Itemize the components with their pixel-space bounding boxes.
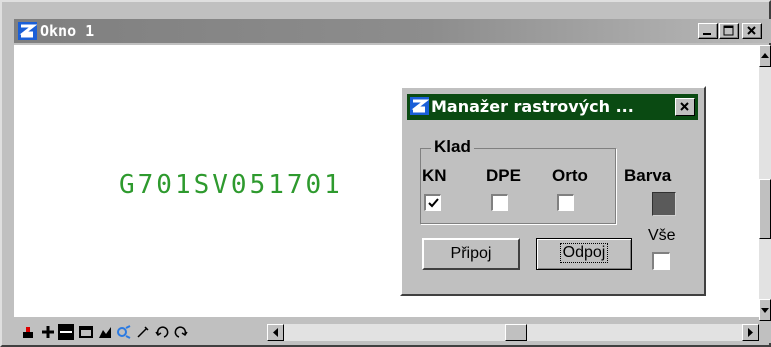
dpe-checkbox[interactable] (491, 194, 508, 211)
detach-button[interactable]: Odpoj (536, 238, 632, 270)
column-label-kn: KN (422, 166, 447, 185)
maximize-button[interactable] (719, 23, 739, 39)
column-label-orto: Orto (552, 166, 588, 185)
close-button[interactable] (742, 23, 762, 39)
rectangle-icon[interactable] (78, 324, 94, 340)
all-checkbox[interactable] (652, 252, 670, 270)
pencil-icon[interactable] (135, 324, 151, 340)
raster-manager-dialog: Manažer rastrových ... Klad KN DPE Orto … (400, 86, 706, 296)
scroll-left-button[interactable] (267, 324, 284, 341)
horizontal-scrollbar[interactable] (267, 324, 759, 341)
vertical-scrollbar[interactable] (759, 45, 771, 321)
dialog-close-button[interactable] (675, 98, 695, 116)
undo-icon[interactable] (154, 324, 170, 340)
place-point-icon[interactable] (40, 324, 56, 340)
sheet-label-text: G701SV051701 (119, 170, 343, 200)
scroll-right-button[interactable] (742, 324, 759, 341)
redo-icon[interactable] (173, 324, 189, 340)
scroll-up-button[interactable] (759, 45, 771, 67)
color-label: Barva (624, 166, 672, 185)
column-label-dpe: DPE (486, 166, 521, 185)
scroll-down-button[interactable] (759, 299, 771, 321)
detach-button-label: Odpoj (559, 243, 609, 263)
group-title: Klad (431, 137, 474, 157)
all-label: Vše (648, 227, 676, 244)
bottom-toolbar (14, 321, 771, 343)
orto-checkbox[interactable] (557, 194, 574, 211)
horizontal-scroll-thumb[interactable] (505, 324, 527, 341)
app-logo-icon (18, 22, 38, 40)
color-swatch-button[interactable] (652, 192, 676, 216)
kn-checkbox[interactable] (424, 194, 441, 211)
attach-button[interactable]: Připoj (422, 238, 520, 270)
element-selection-icon[interactable] (20, 324, 36, 340)
dialog-titlebar[interactable]: Manažer rastrových ... (407, 94, 698, 120)
main-window: Okno 1 G701SV051701 Manažer rastrových .… (0, 0, 771, 347)
window-titlebar[interactable]: Okno 1 (14, 19, 771, 43)
vertical-scroll-thumb[interactable] (759, 179, 771, 239)
minimize-button[interactable] (698, 23, 718, 39)
klad-group: Klad (420, 137, 616, 224)
window-title: Okno 1 (40, 22, 95, 40)
dialog-title: Manažer rastrových ... (431, 97, 634, 116)
fence-icon[interactable] (116, 324, 132, 340)
fill-icon[interactable] (97, 324, 113, 340)
line-icon[interactable] (58, 324, 74, 340)
drawing-canvas[interactable]: G701SV051701 Manažer rastrových ... Klad… (14, 45, 759, 317)
dialog-logo-icon (410, 97, 430, 115)
